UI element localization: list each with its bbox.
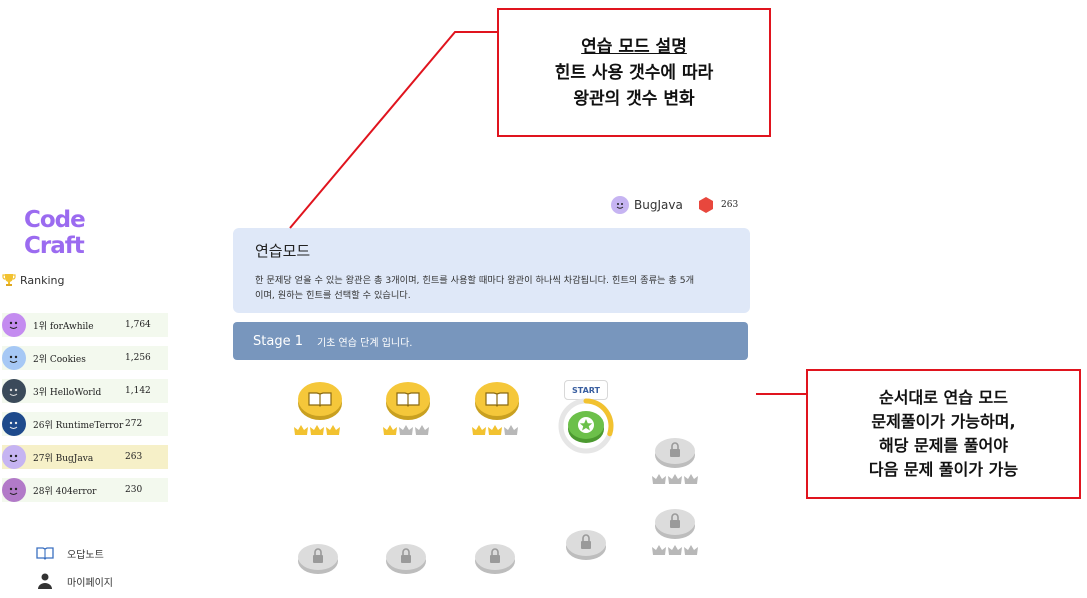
problem-node-locked [297, 541, 339, 575]
ranking-score: 263 [125, 452, 143, 462]
crown-icon [472, 425, 486, 435]
annotation-text: 다음 문제 풀이가 가능 [868, 460, 1019, 479]
crown-icon [399, 425, 413, 435]
problem-node-locked [654, 435, 696, 469]
gem-icon [699, 197, 713, 213]
avatar [2, 445, 26, 469]
crown-icon [504, 425, 518, 435]
nav-label: 마이페이지 [67, 577, 113, 589]
mode-description-card: 연습모드 한 문제당 얻을 수 있는 왕관은 총 3개이며, 힌트를 사용할 때… [233, 228, 750, 313]
crown-icon [684, 474, 698, 484]
annotation-text: 순서대로 연습 모드 [879, 388, 1008, 407]
stage-name: Stage 1 [253, 333, 303, 349]
ranking-score: 1,764 [125, 320, 151, 330]
ranking-row[interactable]: 3위 HelloWorld 1,142 [2, 379, 168, 403]
crown-icon [415, 425, 429, 435]
gem-counter: 263 [698, 197, 738, 213]
app-logo[interactable]: Code Craft [24, 207, 144, 259]
ranking-score: 230 [125, 485, 143, 495]
ranking-score: 1,142 [125, 386, 151, 396]
problem-node-locked [654, 506, 696, 540]
gem-count: 263 [721, 200, 739, 210]
book-icon [36, 544, 54, 562]
book-icon [298, 382, 342, 420]
nav-my-page[interactable]: 마이페이지 [36, 568, 113, 594]
ranking-score: 1,256 [125, 353, 151, 363]
problem-node-completed[interactable] [298, 381, 342, 421]
stage-description: 기초 연습 단계 입니다. [316, 337, 413, 349]
ranking-name: 27위 BugJava [33, 453, 94, 464]
problem-node-locked [385, 541, 427, 575]
ranking-name: 28위 404error [33, 486, 97, 497]
avatar [2, 379, 26, 403]
problem-node-locked [565, 527, 607, 561]
annotation-text: 왕관의 갯수 변화 [573, 88, 695, 109]
crown-icon [326, 425, 340, 435]
crown-icon [652, 474, 666, 484]
annotation-text: 문제풀이가 가능하며, [871, 412, 1016, 431]
annotation-mode-description: 연습 모드 설명 힌트 사용 갯수에 따라 왕관의 갯수 변화 [497, 8, 771, 137]
annotation-text: 해당 문제를 풀어야 [879, 436, 1008, 455]
ranking-row[interactable]: 1위 forAwhile 1,764 [2, 313, 168, 337]
nav-wrong-notes[interactable]: 오답노트 [36, 540, 113, 566]
avatar [2, 478, 26, 502]
crown-icon [668, 545, 682, 555]
username: BugJava [634, 198, 683, 212]
crown-rating [651, 473, 699, 485]
ranking-row[interactable]: 28위 404error 230 [2, 478, 168, 502]
mode-title: 연습모드 [255, 242, 311, 260]
user-icon [36, 572, 54, 590]
user-profile[interactable]: BugJava [611, 196, 683, 214]
avatar [2, 412, 26, 436]
crown-rating [651, 544, 699, 556]
ranking-row[interactable]: 26위 RuntimeTerror 272 [2, 412, 168, 436]
ranking-list: 1위 forAwhile 1,764 2위 Cookies 1,256 3위 H… [2, 313, 168, 511]
nav-label: 오답노트 [67, 549, 104, 561]
mode-description: 한 문제당 얻을 수 있는 왕관은 총 3개이며, 힌트를 사용할 때마다 왕관… [255, 275, 695, 301]
crown-icon [652, 545, 666, 555]
crown-icon [488, 425, 502, 435]
crown-icon [684, 545, 698, 555]
crown-icon [310, 425, 324, 435]
avatar [2, 346, 26, 370]
book-icon [475, 382, 519, 420]
trophy-icon [2, 274, 16, 286]
ranking-name: 3위 HelloWorld [33, 387, 102, 398]
book-icon [386, 382, 430, 420]
ranking-row-current-user[interactable]: 27위 BugJava 263 [2, 445, 168, 469]
ranking-name: 26위 RuntimeTerror [33, 420, 124, 431]
avatar [2, 313, 26, 337]
annotation-text: 힌트 사용 갯수에 따라 [554, 62, 714, 83]
crown-icon [294, 425, 308, 435]
start-label: START [564, 380, 608, 400]
ranking-score: 272 [125, 419, 143, 429]
bottom-nav: 오답노트 마이페이지 [36, 540, 113, 596]
ranking-title: Ranking [20, 273, 65, 287]
star-icon [578, 417, 594, 433]
avatar [611, 196, 629, 214]
problem-node-locked [474, 541, 516, 575]
crown-icon [668, 474, 682, 484]
problem-node-completed[interactable] [386, 381, 430, 421]
ranking-name: 2위 Cookies [33, 354, 86, 365]
problem-node-current[interactable] [558, 398, 614, 454]
ranking-row[interactable]: 2위 Cookies 1,256 [2, 346, 168, 370]
annotation-title: 연습 모드 설명 [581, 36, 687, 57]
ranking-name: 1위 forAwhile [33, 321, 94, 332]
problem-node-completed[interactable] [475, 381, 519, 421]
stage-header: Stage 1 기초 연습 단계 입니다. [233, 322, 748, 360]
crown-rating [382, 424, 430, 436]
crown-rating [471, 424, 519, 436]
ranking-header: Ranking [2, 273, 65, 287]
crown-icon [383, 425, 397, 435]
crown-rating [293, 424, 341, 436]
annotation-progression: 순서대로 연습 모드 문제풀이가 가능하며, 해당 문제를 풀어야 다음 문제 … [806, 369, 1081, 499]
